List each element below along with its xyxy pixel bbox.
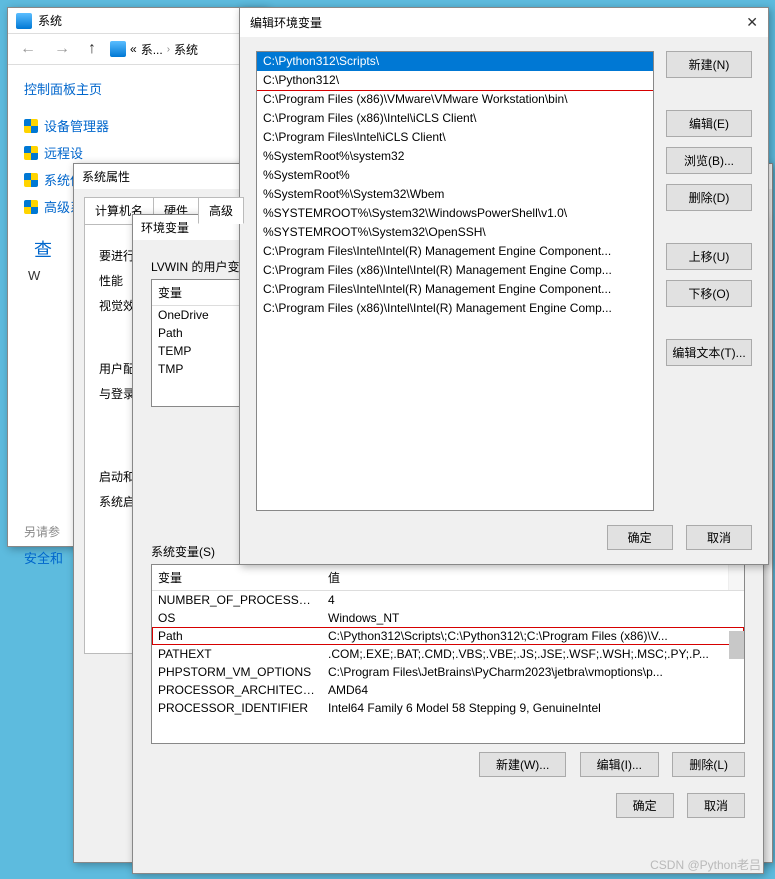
up-arrow-icon[interactable]: ↑ <box>84 40 100 58</box>
list-item[interactable]: C:\Program Files (x86)\Intel\iCLS Client… <box>257 109 653 128</box>
window-title: 环境变量 <box>141 219 189 236</box>
shield-icon <box>24 200 38 214</box>
group-sub: 系统启 <box>99 495 135 509</box>
list-item[interactable]: C:\Program Files (x86)\Intel\Intel(R) Ma… <box>257 261 653 280</box>
list-item[interactable]: C:\Program Files\Intel\iCLS Client\ <box>257 128 653 147</box>
side-buttons: 新建(N) 编辑(E) 浏览(B)... 删除(D) 上移(U) 下移(O) 编… <box>666 51 752 511</box>
delete-button[interactable]: 删除(L) <box>672 752 745 777</box>
sidebar-item-device-manager[interactable]: 设备管理器 <box>24 116 250 135</box>
computer-icon <box>110 41 126 57</box>
table-row[interactable]: PHPSTORM_VM_OPTIONSC:\Program Files\JetB… <box>152 663 744 681</box>
system-vars-listbox[interactable]: 变量 值 NUMBER_OF_PROCESSORS4 OSWindows_NT … <box>151 564 745 744</box>
delete-button[interactable]: 删除(D) <box>666 184 752 211</box>
window-title: 系统 <box>38 12 62 29</box>
list-item[interactable]: %SystemRoot%\System32\Wbem <box>257 185 653 204</box>
edit-environment-variable-window: 编辑环境变量 ✕ C:\Python312\Scripts\ C:\Python… <box>239 7 769 565</box>
nav-toolbar: ← → ↑ « 系... › 系统 <box>8 33 266 65</box>
close-icon[interactable]: ✕ <box>746 14 758 31</box>
list-item[interactable]: %SystemRoot% <box>257 166 653 185</box>
back-arrow-icon: ← <box>16 40 40 58</box>
scrollbar-track[interactable] <box>728 565 744 590</box>
breadcrumb[interactable]: « 系... › 系统 <box>110 41 198 58</box>
watermark: CSDN @Python老吕 <box>650 856 761 873</box>
forward-arrow-icon: → <box>50 40 74 58</box>
breadcrumb-sep: « <box>130 42 137 56</box>
list-item[interactable]: %SystemRoot%\system32 <box>257 147 653 166</box>
list-item[interactable]: C:\Program Files (x86)\VMware\VMware Wor… <box>257 90 653 109</box>
highlighted-group: C:\Python312\Scripts\ C:\Python312\ <box>256 51 654 91</box>
list-item[interactable]: %SYSTEMROOT%\System32\OpenSSH\ <box>257 223 653 242</box>
tab-advanced[interactable]: 高级 <box>198 197 244 224</box>
list-item[interactable]: C:\Python312\ <box>257 71 653 90</box>
titlebar[interactable]: 编辑环境变量 ✕ <box>240 8 768 37</box>
edit-button[interactable]: 编辑(I)... <box>580 752 659 777</box>
edit-text-button[interactable]: 编辑文本(T)... <box>666 339 752 366</box>
table-row[interactable]: PROCESSOR_IDENTIFIERIntel64 Family 6 Mod… <box>152 699 744 717</box>
new-button[interactable]: 新建(N) <box>666 51 752 78</box>
titlebar[interactable]: 系统 <box>8 8 266 33</box>
move-down-button[interactable]: 下移(O) <box>666 280 752 307</box>
sidebar-item-label: 远程设 <box>44 143 83 162</box>
column-headers: 变量 值 <box>152 565 744 591</box>
computer-icon <box>16 13 32 29</box>
ok-button[interactable]: 确定 <box>616 793 674 818</box>
window-title: 系统属性 <box>82 168 130 185</box>
edit-button[interactable]: 编辑(E) <box>666 110 752 137</box>
window-title: 编辑环境变量 <box>250 14 322 31</box>
group-sub: 视觉效 <box>99 299 135 313</box>
move-up-button[interactable]: 上移(U) <box>666 243 752 270</box>
cancel-button[interactable]: 取消 <box>686 525 752 550</box>
list-item[interactable]: C:\Program Files (x86)\Intel\Intel(R) Ma… <box>257 299 653 318</box>
table-row-path[interactable]: PathC:\Python312\Scripts\;C:\Python312\;… <box>152 627 744 645</box>
list-item[interactable]: C:\Program Files\Intel\Intel(R) Manageme… <box>257 280 653 299</box>
breadcrumb-seg[interactable]: 系统 <box>174 41 198 58</box>
path-entries-listbox[interactable]: C:\Python312\Scripts\ C:\Python312\ C:\P… <box>256 51 654 511</box>
shield-icon <box>24 173 38 187</box>
list-item[interactable]: C:\Python312\Scripts\ <box>257 52 653 71</box>
scrollbar-thumb[interactable] <box>729 631 744 659</box>
col-variable[interactable]: 变量 <box>152 565 322 590</box>
list-item[interactable]: C:\Program Files\Intel\Intel(R) Manageme… <box>257 242 653 261</box>
new-button[interactable]: 新建(W)... <box>479 752 566 777</box>
chevron-right-icon: › <box>167 44 170 55</box>
sidebar-item-label: 设备管理器 <box>44 116 109 135</box>
list-item[interactable]: %SYSTEMROOT%\System32\WindowsPowerShell\… <box>257 204 653 223</box>
table-row[interactable]: PATHEXT.COM;.EXE;.BAT;.CMD;.VBS;.VBE;.JS… <box>152 645 744 663</box>
group-sub: 与登录 <box>99 387 135 401</box>
browse-button[interactable]: 浏览(B)... <box>666 147 752 174</box>
col-value[interactable]: 值 <box>322 565 728 590</box>
sidebar-item-remote[interactable]: 远程设 <box>24 143 250 162</box>
table-row[interactable]: PROCESSOR_ARCHITECT...AMD64 <box>152 681 744 699</box>
breadcrumb-seg[interactable]: 系... <box>141 41 163 58</box>
cancel-button[interactable]: 取消 <box>687 793 745 818</box>
shield-icon <box>24 146 38 160</box>
table-row[interactable]: OSWindows_NT <box>152 609 744 627</box>
shield-icon <box>24 119 38 133</box>
table-row[interactable]: NUMBER_OF_PROCESSORS4 <box>152 591 744 609</box>
control-panel-home-link[interactable]: 控制面板主页 <box>24 79 250 98</box>
ok-button[interactable]: 确定 <box>607 525 673 550</box>
